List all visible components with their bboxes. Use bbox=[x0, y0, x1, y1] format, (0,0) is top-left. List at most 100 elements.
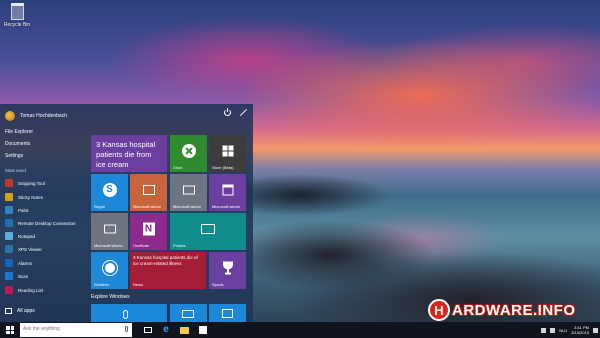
app-snipping-tool[interactable]: Snipping Tool bbox=[5, 178, 45, 188]
camera-icon bbox=[103, 224, 116, 234]
people-icon bbox=[142, 184, 155, 195]
power-icon[interactable] bbox=[224, 108, 231, 116]
tile-label: Microsoft.windo bbox=[173, 204, 201, 209]
internet-explorer-icon[interactable]: e bbox=[161, 325, 171, 335]
app-label: Remote Desktop Connection bbox=[18, 220, 76, 226]
mail-tile[interactable]: Microsoft.windo bbox=[170, 174, 207, 211]
window-icon bbox=[182, 310, 194, 318]
app-alarms[interactable]: Alarms bbox=[5, 258, 32, 268]
watermark-text: ARDWARE.INFO bbox=[452, 301, 576, 319]
app-remote-desktop[interactable]: Remote Desktop Connection bbox=[5, 218, 76, 228]
xps-viewer-icon bbox=[5, 245, 13, 253]
scanner-icon bbox=[5, 272, 13, 280]
tile-label: Store (Beta) bbox=[212, 165, 234, 170]
chat-bubble-icon bbox=[222, 309, 233, 318]
photo-app-tile[interactable]: Microsoft.Windo bbox=[91, 213, 128, 250]
app-paint[interactable]: Paint bbox=[5, 205, 28, 215]
task-view-icon[interactable] bbox=[143, 325, 153, 335]
tile-label: Skype bbox=[94, 204, 106, 209]
tile-label: Sports bbox=[212, 282, 224, 287]
app-notepad[interactable]: Notepad bbox=[5, 231, 35, 241]
file-explorer-link[interactable]: File Explorer bbox=[5, 128, 33, 137]
photos-icon bbox=[201, 223, 215, 234]
store-icon[interactable] bbox=[198, 325, 208, 335]
hardware-info-logo: H bbox=[428, 299, 450, 321]
avatar bbox=[5, 111, 15, 121]
store-tile[interactable]: Store (Beta) bbox=[209, 135, 246, 172]
tile-label: Microsoft.windo bbox=[133, 204, 161, 209]
settings-link[interactable]: Settings bbox=[5, 152, 23, 161]
input-language[interactable]: NLD bbox=[559, 328, 567, 333]
sun-icon bbox=[104, 262, 115, 273]
app-reading-list[interactable]: Reading List bbox=[5, 285, 43, 295]
reading-list-icon bbox=[5, 286, 13, 294]
explore-tile-3[interactable] bbox=[209, 304, 246, 322]
tile-label: Microsoft.Windo bbox=[94, 243, 123, 248]
volume-icon[interactable] bbox=[550, 327, 556, 333]
sports-tile[interactable]: Sports bbox=[209, 252, 246, 289]
calendar-tile[interactable]: Microsoft.windo bbox=[209, 174, 246, 211]
skype-tile[interactable]: S Skype bbox=[91, 174, 128, 211]
explore-tile-1[interactable] bbox=[91, 304, 167, 322]
clock[interactable]: 3:41 PM 3/14/2015 bbox=[571, 325, 589, 335]
news-tile[interactable]: 3 Kansas hospital patients die of ice cr… bbox=[130, 252, 206, 289]
news-live-tile[interactable]: 3 Kansas hospital patients die from ice … bbox=[91, 135, 167, 172]
microphone-icon[interactable] bbox=[125, 326, 128, 332]
paint-icon bbox=[5, 206, 13, 214]
alarm-clock-icon bbox=[5, 259, 13, 267]
recycle-bin-shortcut[interactable]: Recycle Bin bbox=[3, 3, 31, 28]
onenote-icon: N bbox=[142, 222, 155, 236]
tile-label: Microsoft.windo bbox=[212, 204, 240, 209]
app-label: Notepad bbox=[18, 233, 36, 239]
microphone-icon bbox=[123, 310, 128, 319]
app-xps-viewer[interactable]: XPS Viewer bbox=[5, 244, 42, 254]
all-apps-icon bbox=[5, 308, 12, 314]
app-label: Paint bbox=[18, 207, 29, 213]
user-name: Tomas Hochdenbach bbox=[20, 113, 67, 119]
file-explorer-icon[interactable] bbox=[180, 325, 190, 335]
photos-tile[interactable]: Photos bbox=[170, 213, 246, 250]
watermark: H ARDWARE.INFO bbox=[428, 298, 576, 322]
user-account[interactable]: Tomas Hochdenbach bbox=[5, 109, 67, 123]
people-tile[interactable]: Microsoft.windo bbox=[130, 174, 167, 211]
store-bag-icon bbox=[222, 145, 233, 157]
onenote-tile[interactable]: N OneNote bbox=[130, 213, 167, 250]
recycle-bin-label: Recycle Bin bbox=[3, 22, 31, 28]
all-apps-button[interactable]: All apps bbox=[5, 308, 35, 314]
notepad-icon bbox=[5, 232, 13, 240]
explore-tile-2[interactable] bbox=[170, 304, 207, 322]
documents-link[interactable]: Documents bbox=[5, 140, 30, 149]
remote-desktop-icon bbox=[5, 219, 13, 227]
start-menu-controls bbox=[224, 108, 247, 116]
most-used-heading: Most used bbox=[5, 168, 26, 173]
expand-icon[interactable] bbox=[240, 109, 247, 116]
tile-label: Photos bbox=[173, 243, 186, 248]
app-label: Alarms bbox=[18, 260, 33, 266]
trophy-icon bbox=[222, 261, 233, 275]
app-label: Snipping Tool bbox=[18, 180, 45, 186]
skype-icon: S bbox=[102, 182, 117, 197]
app-label: Scan bbox=[18, 273, 29, 279]
app-label: XPS Viewer bbox=[18, 246, 42, 252]
sticky-notes-icon bbox=[5, 193, 13, 201]
snipping-tool-icon bbox=[5, 179, 13, 187]
weather-tile[interactable]: Weather bbox=[91, 252, 128, 289]
app-scan[interactable]: Scan bbox=[5, 271, 28, 281]
explore-windows-heading: Explore Windows bbox=[91, 294, 130, 300]
notifications-icon[interactable] bbox=[593, 327, 598, 333]
search-box[interactable]: Ask me anything bbox=[20, 323, 132, 337]
tile-label: News bbox=[133, 282, 144, 287]
all-apps-label: All apps bbox=[17, 308, 35, 314]
search-placeholder: Ask me anything bbox=[23, 326, 60, 332]
news-small-headline: 3 Kansas hospital patients die of ice cr… bbox=[133, 255, 198, 266]
network-icon[interactable] bbox=[541, 327, 547, 333]
start-button[interactable] bbox=[0, 322, 20, 338]
calendar-icon bbox=[222, 184, 233, 196]
recycle-bin-icon bbox=[10, 3, 24, 20]
tile-label: Xbox bbox=[173, 165, 183, 170]
tile-label: Weather bbox=[94, 282, 110, 287]
xbox-tile[interactable]: Xbox bbox=[170, 135, 207, 172]
app-sticky-notes[interactable]: Sticky Notes bbox=[5, 192, 43, 202]
app-label: Sticky Notes bbox=[18, 194, 44, 200]
app-label: Reading List bbox=[18, 287, 44, 293]
